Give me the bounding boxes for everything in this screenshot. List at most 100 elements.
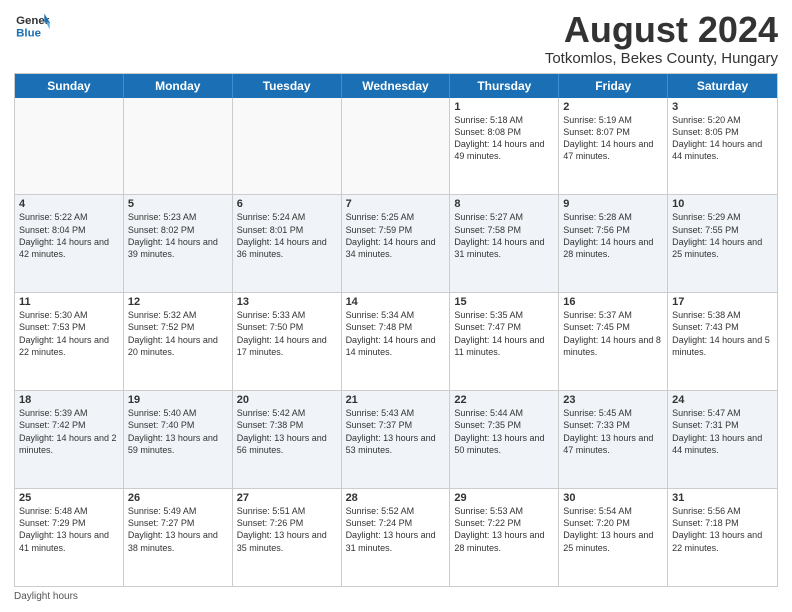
cell-info: Sunrise: 5:30 AM Sunset: 7:53 PM Dayligh… [19,309,119,358]
cell-info: Sunrise: 5:47 AM Sunset: 7:31 PM Dayligh… [672,407,773,456]
cal-cell-empty-2 [233,98,342,195]
cell-info: Sunrise: 5:25 AM Sunset: 7:59 PM Dayligh… [346,211,446,260]
day-number: 1 [454,101,554,113]
cal-cell-11: 11Sunrise: 5:30 AM Sunset: 7:53 PM Dayli… [15,293,124,390]
cal-cell-30: 30Sunrise: 5:54 AM Sunset: 7:20 PM Dayli… [559,489,668,586]
calendar-row-1: 4Sunrise: 5:22 AM Sunset: 8:04 PM Daylig… [15,195,777,293]
cal-cell-1: 1Sunrise: 5:18 AM Sunset: 8:08 PM Daylig… [450,98,559,195]
cal-cell-18: 18Sunrise: 5:39 AM Sunset: 7:42 PM Dayli… [15,391,124,488]
cal-cell-6: 6Sunrise: 5:24 AM Sunset: 8:01 PM Daylig… [233,195,342,292]
logo-icon: General Blue [14,10,50,40]
header-day-friday: Friday [559,74,668,98]
cal-cell-9: 9Sunrise: 5:28 AM Sunset: 7:56 PM Daylig… [559,195,668,292]
cell-info: Sunrise: 5:53 AM Sunset: 7:22 PM Dayligh… [454,505,554,554]
day-number: 19 [128,394,228,406]
cell-info: Sunrise: 5:51 AM Sunset: 7:26 PM Dayligh… [237,505,337,554]
calendar-header: SundayMondayTuesdayWednesdayThursdayFrid… [15,74,777,98]
main-title: August 2024 [545,10,778,50]
cell-info: Sunrise: 5:23 AM Sunset: 8:02 PM Dayligh… [128,211,228,260]
cal-cell-empty-0 [15,98,124,195]
day-number: 22 [454,394,554,406]
cell-info: Sunrise: 5:49 AM Sunset: 7:27 PM Dayligh… [128,505,228,554]
cal-cell-27: 27Sunrise: 5:51 AM Sunset: 7:26 PM Dayli… [233,489,342,586]
cal-cell-5: 5Sunrise: 5:23 AM Sunset: 8:02 PM Daylig… [124,195,233,292]
page: General Blue August 2024 Totkomlos, Beke… [0,0,792,612]
day-number: 25 [19,492,119,504]
day-number: 7 [346,198,446,210]
cal-cell-31: 31Sunrise: 5:56 AM Sunset: 7:18 PM Dayli… [668,489,777,586]
cal-cell-25: 25Sunrise: 5:48 AM Sunset: 7:29 PM Dayli… [15,489,124,586]
day-number: 29 [454,492,554,504]
day-number: 14 [346,296,446,308]
cell-info: Sunrise: 5:42 AM Sunset: 7:38 PM Dayligh… [237,407,337,456]
cal-cell-15: 15Sunrise: 5:35 AM Sunset: 7:47 PM Dayli… [450,293,559,390]
day-number: 31 [672,492,773,504]
calendar-body: 1Sunrise: 5:18 AM Sunset: 8:08 PM Daylig… [15,98,777,586]
cal-cell-21: 21Sunrise: 5:43 AM Sunset: 7:37 PM Dayli… [342,391,451,488]
cal-cell-28: 28Sunrise: 5:52 AM Sunset: 7:24 PM Dayli… [342,489,451,586]
header-day-wednesday: Wednesday [342,74,451,98]
cell-info: Sunrise: 5:38 AM Sunset: 7:43 PM Dayligh… [672,309,773,358]
header: General Blue August 2024 Totkomlos, Beke… [14,10,778,67]
day-number: 23 [563,394,663,406]
day-number: 18 [19,394,119,406]
day-number: 6 [237,198,337,210]
day-number: 15 [454,296,554,308]
calendar: SundayMondayTuesdayWednesdayThursdayFrid… [14,73,778,587]
day-number: 5 [128,198,228,210]
cal-cell-4: 4Sunrise: 5:22 AM Sunset: 8:04 PM Daylig… [15,195,124,292]
cal-cell-24: 24Sunrise: 5:47 AM Sunset: 7:31 PM Dayli… [668,391,777,488]
cell-info: Sunrise: 5:18 AM Sunset: 8:08 PM Dayligh… [454,114,554,163]
logo: General Blue [14,10,50,40]
header-day-tuesday: Tuesday [233,74,342,98]
svg-text:Blue: Blue [16,27,41,39]
day-number: 20 [237,394,337,406]
footer-note: Daylight hours [14,591,778,602]
day-number: 9 [563,198,663,210]
day-number: 21 [346,394,446,406]
day-number: 2 [563,101,663,113]
day-number: 24 [672,394,773,406]
title-block: August 2024 Totkomlos, Bekes County, Hun… [545,10,778,67]
cell-info: Sunrise: 5:48 AM Sunset: 7:29 PM Dayligh… [19,505,119,554]
day-number: 16 [563,296,663,308]
day-number: 8 [454,198,554,210]
cal-cell-10: 10Sunrise: 5:29 AM Sunset: 7:55 PM Dayli… [668,195,777,292]
day-number: 27 [237,492,337,504]
cell-info: Sunrise: 5:54 AM Sunset: 7:20 PM Dayligh… [563,505,663,554]
day-number: 10 [672,198,773,210]
day-number: 17 [672,296,773,308]
header-day-monday: Monday [124,74,233,98]
calendar-row-4: 25Sunrise: 5:48 AM Sunset: 7:29 PM Dayli… [15,489,777,586]
cell-info: Sunrise: 5:28 AM Sunset: 7:56 PM Dayligh… [563,211,663,260]
cell-info: Sunrise: 5:29 AM Sunset: 7:55 PM Dayligh… [672,211,773,260]
cell-info: Sunrise: 5:44 AM Sunset: 7:35 PM Dayligh… [454,407,554,456]
cell-info: Sunrise: 5:24 AM Sunset: 8:01 PM Dayligh… [237,211,337,260]
cal-cell-16: 16Sunrise: 5:37 AM Sunset: 7:45 PM Dayli… [559,293,668,390]
cell-info: Sunrise: 5:39 AM Sunset: 7:42 PM Dayligh… [19,407,119,456]
calendar-row-0: 1Sunrise: 5:18 AM Sunset: 8:08 PM Daylig… [15,98,777,196]
cal-cell-22: 22Sunrise: 5:44 AM Sunset: 7:35 PM Dayli… [450,391,559,488]
cell-info: Sunrise: 5:56 AM Sunset: 7:18 PM Dayligh… [672,505,773,554]
cal-cell-19: 19Sunrise: 5:40 AM Sunset: 7:40 PM Dayli… [124,391,233,488]
cell-info: Sunrise: 5:43 AM Sunset: 7:37 PM Dayligh… [346,407,446,456]
cal-cell-empty-1 [124,98,233,195]
cell-info: Sunrise: 5:32 AM Sunset: 7:52 PM Dayligh… [128,309,228,358]
cal-cell-29: 29Sunrise: 5:53 AM Sunset: 7:22 PM Dayli… [450,489,559,586]
cell-info: Sunrise: 5:35 AM Sunset: 7:47 PM Dayligh… [454,309,554,358]
day-number: 26 [128,492,228,504]
day-number: 4 [19,198,119,210]
cell-info: Sunrise: 5:27 AM Sunset: 7:58 PM Dayligh… [454,211,554,260]
header-day-thursday: Thursday [450,74,559,98]
cell-info: Sunrise: 5:40 AM Sunset: 7:40 PM Dayligh… [128,407,228,456]
cal-cell-empty-3 [342,98,451,195]
day-number: 12 [128,296,228,308]
day-number: 3 [672,101,773,113]
day-number: 13 [237,296,337,308]
cell-info: Sunrise: 5:45 AM Sunset: 7:33 PM Dayligh… [563,407,663,456]
cal-cell-2: 2Sunrise: 5:19 AM Sunset: 8:07 PM Daylig… [559,98,668,195]
header-day-sunday: Sunday [15,74,124,98]
day-number: 28 [346,492,446,504]
cell-info: Sunrise: 5:52 AM Sunset: 7:24 PM Dayligh… [346,505,446,554]
cal-cell-12: 12Sunrise: 5:32 AM Sunset: 7:52 PM Dayli… [124,293,233,390]
